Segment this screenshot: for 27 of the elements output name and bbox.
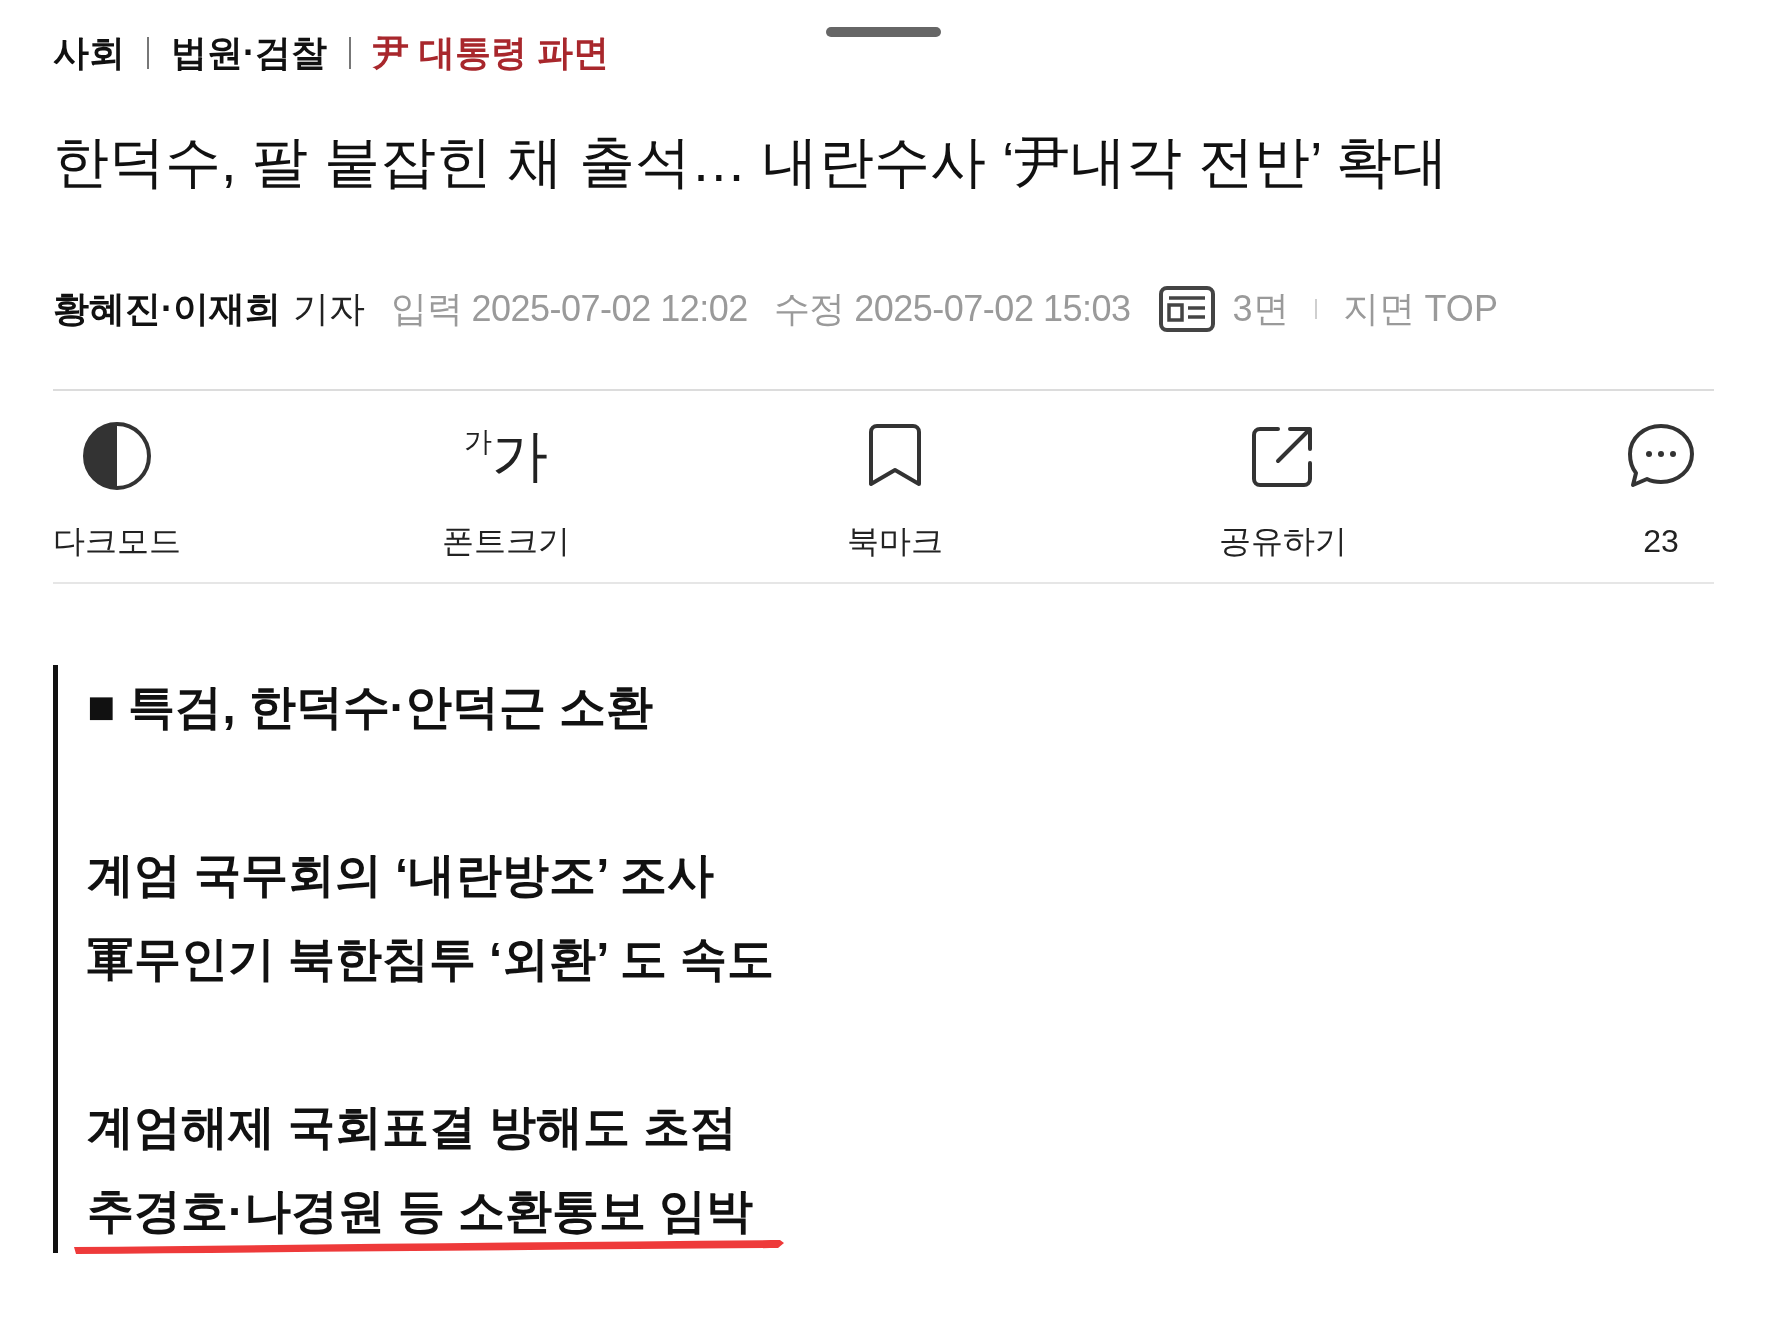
print-page: 3면 — [1232, 287, 1289, 331]
modified-time: 수정 2025-07-02 15:03 — [773, 287, 1131, 331]
bookmark-button[interactable]: 북마크 — [830, 422, 959, 561]
bookmark-icon — [868, 424, 921, 488]
breadcrumb-link[interactable]: 법원·검찰 — [171, 31, 327, 75]
small-glyph: 가 — [463, 425, 492, 457]
share-button[interactable]: 공유하기 — [1219, 422, 1348, 561]
print-position: 지면 TOP — [1342, 287, 1498, 331]
summary-line: 軍무인기 북한침투 ‘외환’ 도 속도 — [87, 931, 774, 987]
breadcrumb-link[interactable]: 사회 — [53, 31, 125, 75]
summary-line: ■ 특검, 한덕수·안덕근 소환 — [87, 679, 654, 735]
breadcrumb-link[interactable]: 尹 대통령 파면 — [373, 31, 609, 75]
summary-line: 계엄 국무회의 ‘내란방조’ 조사 — [87, 847, 714, 903]
entered-time: 입력 2025-07-02 12:02 — [391, 287, 748, 331]
large-glyph: 가 — [491, 423, 548, 489]
newspaper-icon — [1158, 286, 1215, 332]
comments-button[interactable]: 23 — [1608, 422, 1714, 561]
dark-mode-button[interactable]: 다크모드 — [53, 422, 181, 561]
summary-line: 추경호·나경원 등 소환통보 임박 — [87, 1183, 753, 1239]
headline: 한덕수, 팔 붙잡힌 채 출석… 내란수사 ‘尹내각 전반’ 확대 — [53, 129, 1449, 195]
drag-handle[interactable] — [826, 27, 941, 37]
speech-bubble-icon — [1628, 424, 1694, 488]
summary-line: 계엄해제 국회표결 방해도 초점 — [87, 1099, 738, 1155]
reporter-role: 기자 — [293, 287, 365, 331]
share-icon — [1252, 425, 1315, 487]
half-circle-icon — [82, 421, 152, 491]
reporter-names: 황혜진·이재희 — [53, 287, 281, 331]
